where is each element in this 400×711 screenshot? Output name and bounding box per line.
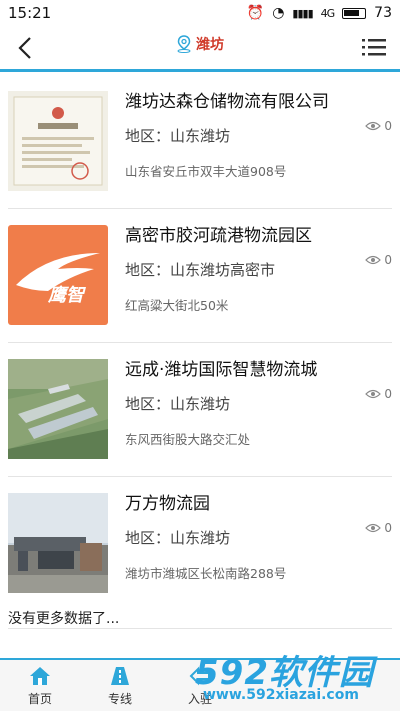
list-item[interactable]: 万方物流园 地区：山东潍坊 潍坊市潍城区长松南路288号 0 bbox=[8, 477, 392, 610]
business-license-thumbnail bbox=[8, 91, 108, 191]
eye-icon bbox=[365, 255, 382, 265]
list-item[interactable]: 远成·潍坊国际智慧物流城 地区：山东潍坊 东风西街股大路交汇处 0 bbox=[8, 343, 392, 477]
item-address: 潍坊市潍城区长松南路288号 bbox=[125, 566, 287, 581]
eagle-logo-thumbnail: 鹰智 bbox=[8, 225, 108, 325]
eye-icon bbox=[365, 121, 382, 131]
view-count: 0 bbox=[365, 253, 392, 267]
status-time: 15:21 bbox=[8, 4, 52, 22]
tab-label: 专线 bbox=[107, 692, 132, 706]
battery-icon bbox=[342, 7, 367, 19]
signal-icon: ▮▮▮▮ bbox=[292, 6, 313, 20]
eye-icon bbox=[365, 523, 382, 533]
wifi-icon: ◔ bbox=[272, 5, 285, 21]
view-count-value: 0 bbox=[384, 387, 392, 401]
view-count-value: 0 bbox=[384, 521, 392, 535]
page-title-text: 潍坊 bbox=[196, 37, 224, 53]
item-name: 远成·潍坊国际智慧物流城 bbox=[125, 360, 318, 380]
view-count-value: 0 bbox=[384, 253, 392, 267]
no-more-data-text: 没有更多数据了... bbox=[8, 611, 120, 627]
nav-bar: 潍坊 bbox=[0, 26, 400, 72]
battery-percent: 73 bbox=[374, 5, 392, 21]
eye-icon bbox=[365, 389, 382, 399]
list-item[interactable]: 鹰智 高密市胶河疏港物流园区 地区：山东潍坊高密市 红高粱大街北50米 0 bbox=[8, 209, 392, 343]
item-address: 东风西街股大路交汇处 bbox=[125, 432, 251, 447]
home-icon bbox=[30, 667, 50, 685]
view-count: 0 bbox=[365, 387, 392, 401]
list-menu-icon[interactable] bbox=[362, 36, 386, 58]
page-title: 潍坊 bbox=[0, 34, 400, 54]
watermark-url: www.592xiazai.com bbox=[203, 687, 359, 703]
item-name: 潍坊达森仓储物流有限公司 bbox=[125, 92, 329, 112]
tab-label: 首页 bbox=[27, 692, 52, 706]
status-icons: ⏰ ◔ ▮▮▮▮ 4G 73 bbox=[247, 5, 392, 21]
gate-photo-thumbnail bbox=[8, 493, 108, 593]
watermark: 592软件园 www.592xiazai.com bbox=[195, 645, 400, 711]
aerial-view-thumbnail bbox=[8, 359, 108, 459]
item-address: 山东省安丘市双丰大道908号 bbox=[125, 164, 287, 179]
list-item[interactable]: 潍坊达森仓储物流有限公司 地区：山东潍坊 山东省安丘市双丰大道908号 0 bbox=[8, 75, 392, 209]
item-region: 地区：山东潍坊 bbox=[125, 529, 231, 547]
item-address: 红高粱大街北50米 bbox=[125, 298, 229, 313]
view-count: 0 bbox=[365, 521, 392, 535]
tab-route[interactable]: 专线 bbox=[80, 660, 160, 711]
item-name: 高密市胶河疏港物流园区 bbox=[125, 226, 312, 246]
network-type-label: 4G bbox=[320, 6, 335, 20]
tab-home[interactable]: 首页 bbox=[0, 660, 80, 711]
alarm-icon: ⏰ bbox=[246, 5, 265, 21]
item-name: 万方物流园 bbox=[125, 494, 210, 514]
item-region: 地区：山东潍坊高密市 bbox=[125, 261, 276, 279]
item-region: 地区：山东潍坊 bbox=[125, 127, 231, 145]
status-bar: 15:21 ⏰ ◔ ▮▮▮▮ 4G 73 bbox=[0, 0, 400, 26]
road-icon bbox=[111, 667, 129, 685]
location-pin-icon bbox=[177, 35, 191, 53]
logistics-list: 潍坊达森仓储物流有限公司 地区：山东潍坊 山东省安丘市双丰大道908号 0 鹰智… bbox=[8, 75, 392, 610]
view-count-value: 0 bbox=[384, 119, 392, 133]
logo-text: 鹰智 bbox=[47, 285, 86, 306]
divider bbox=[8, 628, 392, 629]
item-region: 地区：山东潍坊 bbox=[125, 395, 231, 413]
view-count: 0 bbox=[365, 119, 392, 133]
